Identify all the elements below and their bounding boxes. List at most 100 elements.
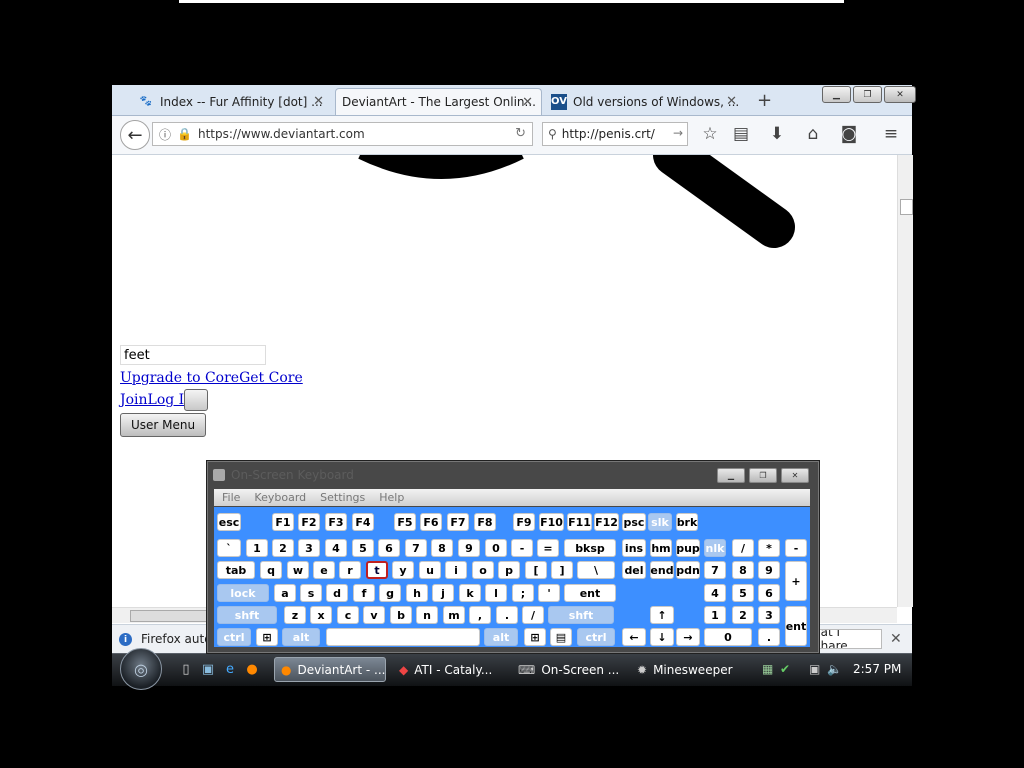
tab-fur-affinity[interactable]: 🐾 Index -- Fur Affinity [dot] ... ✕ <box>132 88 332 115</box>
key-u[interactable]: u <box>419 561 441 579</box>
key-x61[interactable]: = <box>537 539 559 557</box>
reload-icon[interactable]: ↻ <box>515 126 526 141</box>
key-pdn[interactable]: pdn <box>676 561 700 579</box>
network-icon[interactable]: ▦ <box>762 662 773 676</box>
key-z[interactable]: z <box>284 606 306 624</box>
vertical-scrollbar[interactable] <box>897 155 913 607</box>
start-orb-icon[interactable]: ◎ <box>120 648 162 690</box>
key-brk[interactable]: brk <box>676 513 698 531</box>
bookmark-star-icon[interactable]: ☆ <box>698 124 722 144</box>
key-ctrl[interactable]: ctrl <box>217 628 251 646</box>
key-7[interactable]: 7 <box>704 561 726 579</box>
key-x92[interactable]: \ <box>577 561 615 579</box>
key-p[interactable]: p <box>498 561 520 579</box>
key-x45[interactable]: - <box>511 539 533 557</box>
taskbar-item-ati[interactable]: ◆ ATI - Cataly... <box>393 657 503 682</box>
key-x[interactable]: x <box>310 606 332 624</box>
key-alt[interactable]: alt <box>484 628 518 646</box>
key-f10[interactable]: F10 <box>539 513 564 531</box>
join-login-link[interactable]: JoinLog In <box>120 392 193 408</box>
key-y[interactable]: y <box>392 561 414 579</box>
volume-icon[interactable]: 🔈 <box>827 662 842 676</box>
taskbar-item-minesweeper[interactable]: ✹ Minesweeper <box>631 657 741 682</box>
key-ent[interactable]: ent <box>785 606 807 646</box>
key-0[interactable]: 0 <box>485 539 507 557</box>
scroll-thumb[interactable] <box>900 199 913 215</box>
clock[interactable]: 2:57 PM <box>853 662 901 676</box>
pocket-icon[interactable]: ◙ <box>837 124 861 144</box>
minimize-icon[interactable]: ▁ <box>822 86 851 103</box>
key-x8862[interactable]: ⊞ <box>524 628 546 646</box>
key-ins[interactable]: ins <box>622 539 646 557</box>
restore-icon[interactable]: ❐ <box>853 86 882 103</box>
tab-close-icon[interactable]: ✕ <box>522 95 533 110</box>
key-x93[interactable]: ] <box>551 561 573 579</box>
close-icon[interactable]: ✕ <box>781 468 809 483</box>
search-bar[interactable]: ⚲ http://penis.crt/ → <box>542 122 688 146</box>
key-7[interactable]: 7 <box>405 539 427 557</box>
key-k[interactable]: k <box>459 584 481 602</box>
key-f[interactable]: f <box>353 584 375 602</box>
restore-icon[interactable]: ❐ <box>749 468 777 483</box>
key-1[interactable]: 1 <box>246 539 268 557</box>
key-w[interactable]: w <box>287 561 309 579</box>
key-a[interactable]: a <box>274 584 296 602</box>
key-l[interactable]: l <box>485 584 507 602</box>
menu-help[interactable]: Help <box>379 491 404 504</box>
key-9[interactable]: 9 <box>758 561 780 579</box>
key-2[interactable]: 2 <box>272 539 294 557</box>
reading-list-icon[interactable]: ▤ <box>729 124 753 144</box>
key-x91[interactable]: [ <box>525 561 547 579</box>
key-q[interactable]: q <box>260 561 282 579</box>
user-menu-button[interactable]: User Menu <box>120 413 206 437</box>
menu-keyboard[interactable]: Keyboard <box>254 491 306 504</box>
notification-button[interactable]: hat I Share <box>812 629 882 649</box>
key-0[interactable]: 0 <box>704 628 752 646</box>
key-x8594[interactable]: → <box>676 628 700 646</box>
url-bar[interactable]: ⓘ 🔒 https://www.deviantart.com ↻ <box>152 122 533 146</box>
key-f9[interactable]: F9 <box>513 513 535 531</box>
key-hm[interactable]: hm <box>650 539 672 557</box>
download-icon[interactable]: ⬇ <box>765 124 789 144</box>
key-o[interactable]: o <box>472 561 494 579</box>
key-s[interactable]: s <box>300 584 322 602</box>
key-end[interactable]: end <box>650 561 674 579</box>
tab-close-icon[interactable]: ✕ <box>313 94 324 109</box>
key-x8595[interactable]: ↓ <box>650 628 674 646</box>
key-j[interactable]: j <box>432 584 454 602</box>
minimize-icon[interactable]: ▁ <box>717 468 745 483</box>
key-5[interactable]: 5 <box>732 584 754 602</box>
key-2[interactable]: 2 <box>732 606 754 624</box>
key-f7[interactable]: F7 <box>447 513 469 531</box>
key-g[interactable]: g <box>379 584 401 602</box>
key-space[interactable] <box>326 628 480 646</box>
close-icon[interactable]: ✕ <box>890 631 902 647</box>
key-9[interactable]: 9 <box>458 539 480 557</box>
key-x47[interactable]: / <box>522 606 544 624</box>
key-h[interactable]: h <box>406 584 428 602</box>
key-lock[interactable]: lock <box>217 584 269 602</box>
show-desktop-icon[interactable]: ▣ <box>198 662 218 677</box>
tab-deviantart[interactable]: DeviantArt - The Largest Onlin... ✕ <box>335 88 542 115</box>
info-icon[interactable]: ⓘ <box>159 126 171 143</box>
key-f6[interactable]: F6 <box>420 513 442 531</box>
go-arrow-icon[interactable]: → <box>673 126 683 140</box>
key-4[interactable]: 4 <box>704 584 726 602</box>
key-x9636[interactable]: ▤ <box>550 628 572 646</box>
key-e[interactable]: e <box>313 561 335 579</box>
phone-icon[interactable]: ▯ <box>176 662 196 677</box>
key-tab[interactable]: tab <box>217 561 255 579</box>
key-x8862[interactable]: ⊞ <box>256 628 278 646</box>
login-button[interactable] <box>184 389 208 411</box>
key-n[interactable]: n <box>416 606 438 624</box>
check-icon[interactable]: ✔ <box>780 662 790 676</box>
key-8[interactable]: 8 <box>431 539 453 557</box>
key-f2[interactable]: F2 <box>298 513 320 531</box>
page-search-input[interactable] <box>120 345 266 365</box>
key-v[interactable]: v <box>363 606 385 624</box>
key-alt[interactable]: alt <box>282 628 320 646</box>
key-f8[interactable]: F8 <box>474 513 496 531</box>
key-f12[interactable]: F12 <box>594 513 619 531</box>
key-m[interactable]: m <box>443 606 465 624</box>
taskbar-item-deviantart[interactable]: ● DeviantArt - ... <box>274 657 386 682</box>
